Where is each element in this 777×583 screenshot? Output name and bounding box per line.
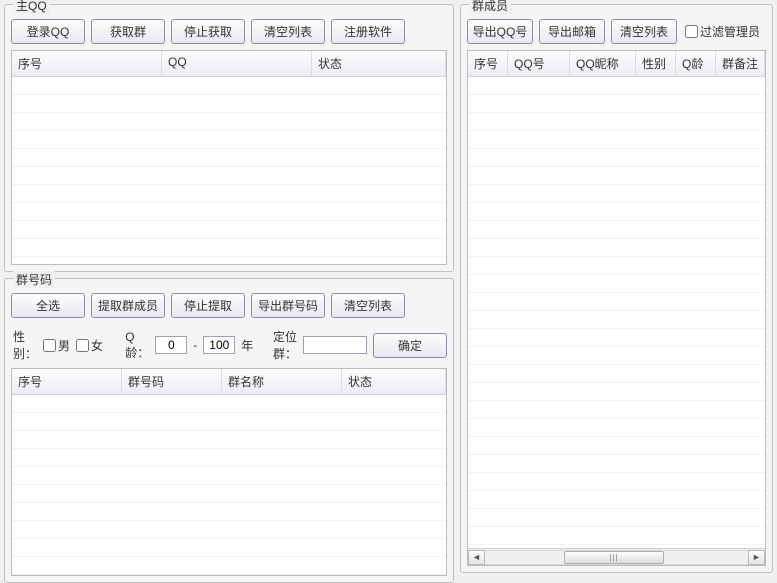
panel-groupids: 群号码 全选 提取群成员 停止提取 导出群号码 清空列表 性别： 男 女 [4,278,454,583]
export-mail-button[interactable]: 导出邮箱 [539,19,605,44]
filter-admin-checkbox[interactable] [685,25,698,38]
mcol-seq[interactable]: 序号 [468,51,508,76]
members-table[interactable]: 序号 QQ号 QQ昵称 性别 Q龄 群备注 [467,50,766,566]
filter-admin-label: 过滤管理员 [700,23,760,40]
register-software-button[interactable]: 注册软件 [331,19,405,44]
get-groups-button[interactable]: 获取群 [91,19,165,44]
qage-label: Q龄： [125,330,149,361]
groupids-table[interactable]: 序号 群号码 群名称 状态 [11,368,447,576]
mcol-qage[interactable]: Q龄 [676,51,716,76]
select-all-button[interactable]: 全选 [11,293,85,318]
panel-groupids-title: 群号码 [13,271,55,288]
stop-get-button[interactable]: 停止获取 [171,19,245,44]
scroll-track[interactable]: ||| [485,550,748,565]
col-status[interactable]: 状态 [312,51,446,76]
male-checkbox[interactable] [43,339,56,352]
mainqq-toolbar: 登录QQ 获取群 停止获取 清空列表 注册软件 [11,19,447,44]
col-status2[interactable]: 状态 [342,369,446,394]
export-qq-button[interactable]: 导出QQ号 [467,19,533,44]
col-qq[interactable]: QQ [162,51,312,76]
female-label: 女 [91,337,103,354]
mcol-nick[interactable]: QQ昵称 [570,51,636,76]
col-groupid[interactable]: 群号码 [122,369,222,394]
clear-groupids-button[interactable]: 清空列表 [331,293,405,318]
panel-mainqq: 主QQ 登录QQ 获取群 停止获取 清空列表 注册软件 序号 QQ 状态 [4,4,454,272]
members-table-body [468,77,765,548]
clear-mainqq-button[interactable]: 清空列表 [251,19,325,44]
qage-from-input[interactable] [155,336,187,354]
gender-label: 性别： [13,328,37,362]
login-qq-button[interactable]: 登录QQ [11,19,85,44]
qage-to-input[interactable] [203,336,235,354]
col-groupname[interactable]: 群名称 [222,369,342,394]
locate-label: 定位群： [273,328,297,362]
stop-extract-button[interactable]: 停止提取 [171,293,245,318]
mainqq-table[interactable]: 序号 QQ 状态 [11,50,447,265]
members-hscrollbar[interactable]: ◄ ||| ► [468,548,765,565]
scroll-thumb[interactable]: ||| [564,551,664,564]
locate-ok-button[interactable]: 确定 [373,333,447,358]
members-table-header: 序号 QQ号 QQ昵称 性别 Q龄 群备注 [468,51,765,77]
panel-members-title: 群成员 [469,0,511,14]
panel-mainqq-title: 主QQ [13,0,50,14]
groupids-table-body [12,395,446,575]
col-seq2[interactable]: 序号 [12,369,122,394]
male-label: 男 [58,337,70,354]
clear-members-button[interactable]: 清空列表 [611,19,677,44]
mcol-gender[interactable]: 性别 [636,51,676,76]
mcol-remark[interactable]: 群备注 [716,51,765,76]
groupids-table-header: 序号 群号码 群名称 状态 [12,369,446,395]
female-checkbox[interactable] [76,339,89,352]
locate-group-input[interactable] [303,336,367,354]
groupids-toolbar: 全选 提取群成员 停止提取 导出群号码 清空列表 [11,293,447,318]
mainqq-table-header: 序号 QQ 状态 [12,51,446,77]
extract-members-button[interactable]: 提取群成员 [91,293,165,318]
col-seq[interactable]: 序号 [12,51,162,76]
scroll-left-arrow[interactable]: ◄ [468,550,485,565]
mainqq-table-body [12,77,446,264]
filter-admin-option[interactable]: 过滤管理员 [685,23,760,40]
gender-female-option[interactable]: 女 [76,337,103,354]
members-toolbar: 导出QQ号 导出邮箱 清空列表 过滤管理员 [467,19,766,44]
gender-male-option[interactable]: 男 [43,337,70,354]
mcol-qqno[interactable]: QQ号 [508,51,570,76]
scroll-right-arrow[interactable]: ► [748,550,765,565]
qage-dash: - [193,338,197,352]
groupids-filter-row: 性别： 男 女 Q龄： - 年 定位群： 确定 [13,328,447,362]
panel-members: 群成员 导出QQ号 导出邮箱 清空列表 过滤管理员 序号 QQ号 QQ昵称 性别… [460,4,773,573]
qage-year: 年 [241,337,253,354]
export-groupids-button[interactable]: 导出群号码 [251,293,325,318]
